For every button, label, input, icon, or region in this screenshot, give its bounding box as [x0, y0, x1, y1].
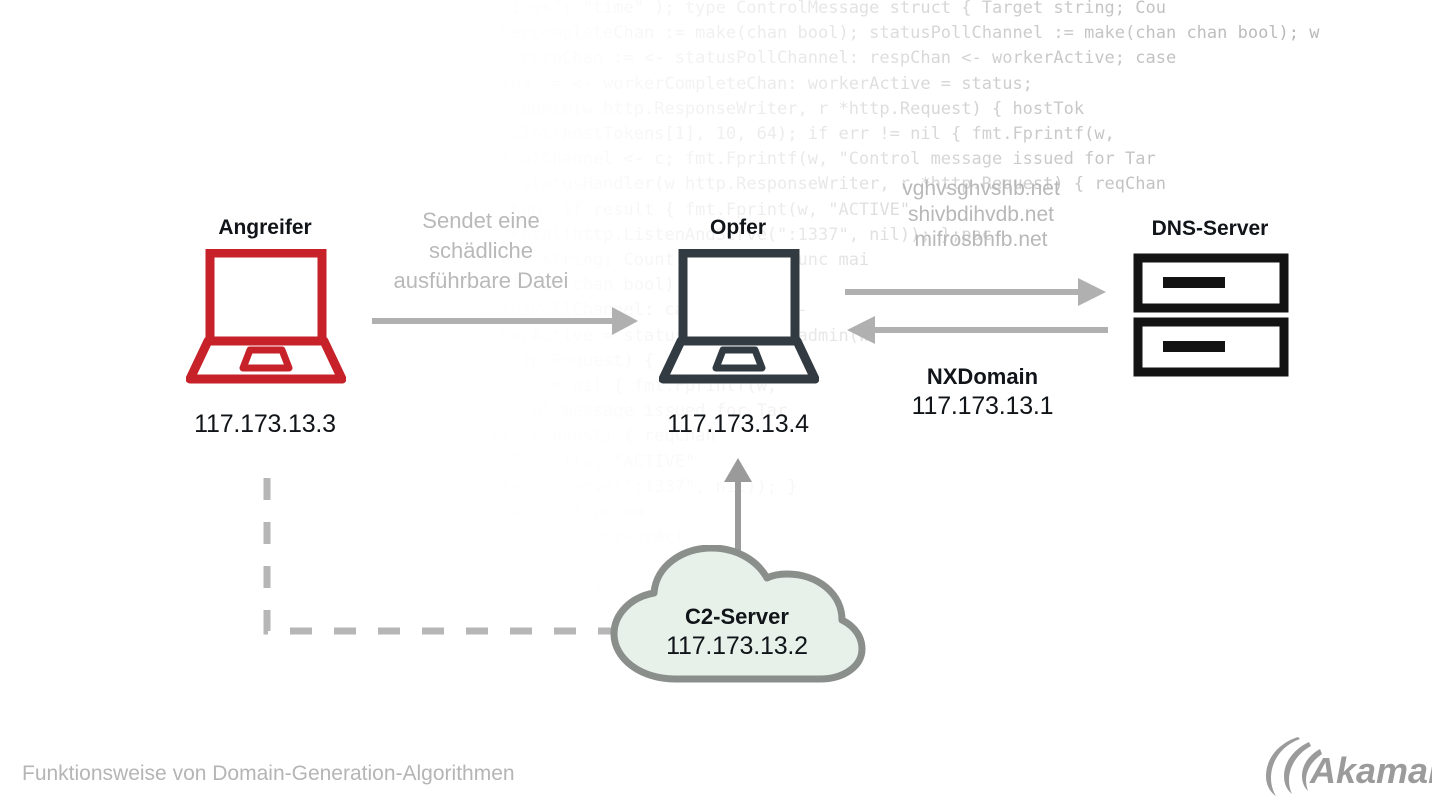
akamai-logo-mark: Akamai — [1266, 737, 1439, 796]
akamai-logo-text: Akamai — [1309, 750, 1432, 791]
attacker-ip: 117.173.13.3 — [194, 410, 336, 438]
arrow-dns-to-victim — [847, 316, 1108, 344]
victim-title: Opfer — [709, 216, 766, 239]
flow-label-line-3: ausführbare Datei — [393, 268, 569, 293]
diagram-caption: Funktionsweise von Domain-Generation-Alg… — [22, 762, 515, 785]
dga-domain-item: shivbdihvdb.net — [908, 202, 1054, 226]
nxdomain-ip: 117.173.13.1 — [911, 392, 1054, 420]
flow-label-attacker-to-victim: Sendet eine schädliche ausführbare Datei — [370, 206, 592, 296]
dga-diagram: "strings"; "time" ); type ControlMessage… — [0, 0, 1440, 810]
c2-server-ip: 117.173.13.2 — [666, 632, 808, 660]
c2-server-name: C2-Server — [685, 604, 789, 629]
flow-label-line-2: schädliche — [429, 238, 533, 263]
victim-ip: 117.173.13.4 — [667, 410, 809, 438]
attacker-title: Angreifer — [218, 216, 312, 239]
akamai-logo: Akamai — [1262, 733, 1439, 802]
laptop-icon-victim — [659, 249, 819, 384]
server-rack-icon-dns — [1133, 253, 1289, 377]
dga-domain-item: vghvsghvshb.net — [902, 177, 1060, 200]
nxdomain-response-label: NXDomain 117.173.13.1 — [860, 363, 1105, 421]
c2-server-node: C2-Server 117.173.13.2 — [606, 544, 868, 690]
arrow-victim-to-dns — [845, 278, 1106, 306]
dns-server-title: DNS-Server — [1151, 217, 1269, 240]
dashed-path-attacker-to-c2 — [263, 478, 614, 635]
dga-domain-list: vghvsghvshb.net shivbdihvdb.net mifrosbh… — [868, 176, 1094, 253]
c2-server-labels: C2-Server 117.173.13.2 — [606, 603, 868, 662]
arrow-attacker-to-victim — [372, 307, 638, 335]
laptop-icon-attacker — [186, 249, 346, 384]
nxdomain-title: NXDomain — [926, 364, 1039, 389]
dga-domain-item: mifrosbhfb.net — [914, 228, 1048, 251]
flow-label-line-1: Sendet eine — [422, 208, 540, 233]
